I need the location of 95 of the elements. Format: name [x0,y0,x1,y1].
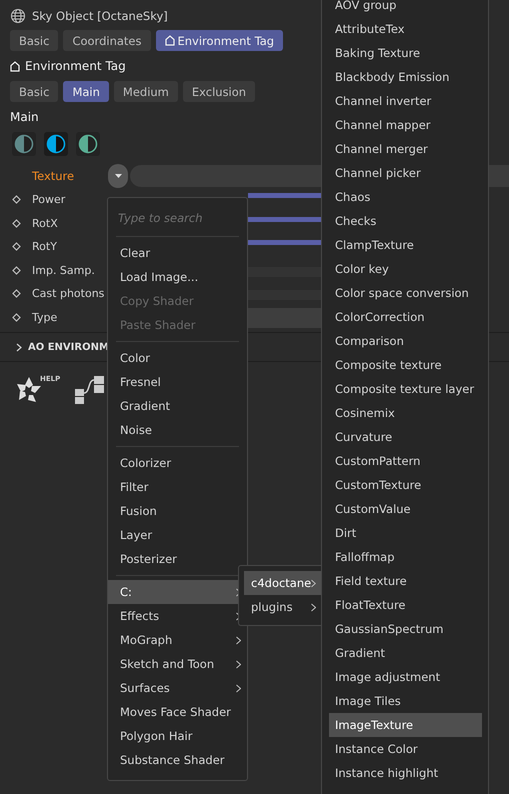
menu-item[interactable]: Cosinemix [329,401,482,425]
menu-item[interactable]: Instance highlight [329,761,482,785]
texture-label: Texture [31,169,76,183]
menu-item[interactable]: AOV group [329,0,482,17]
menu-item[interactable]: Image Tiles [329,689,482,713]
menu-item[interactable]: Sketch and Toon [108,652,247,676]
parameter-label: Type [32,310,58,324]
menu-item[interactable]: Instance Color [329,737,482,761]
parameter-label: RotY [32,240,57,254]
menu-button[interactable] [108,164,128,188]
parameter-label: RotX [32,216,58,230]
menu-item[interactable]: Load Image... [108,265,247,289]
tab[interactable]: Medium [114,81,178,102]
menu-item[interactable]: Blackbody Emission [329,65,482,89]
menu-item[interactable]: MoGraph [108,628,247,652]
chevron-icon [16,342,22,352]
menu-item[interactable]: Falloffmap [329,545,482,569]
section-title: Environment Tag [25,59,126,73]
menu-item[interactable]: Color [108,346,247,370]
menu-item[interactable]: Image adjustment [329,665,482,689]
menu-item[interactable]: Polygon Hair [108,724,247,748]
menu-item[interactable]: ClampTexture [329,233,482,257]
chevron-icon [311,578,316,588]
globe-icon [10,8,26,24]
menu-item[interactable]: Posterizer [108,547,247,571]
menu-item[interactable]: FloatTexture [329,593,482,617]
menu-item[interactable]: ImageTexture [329,713,482,737]
tab[interactable]: Main [63,81,109,102]
menu-item[interactable]: CustomValue [329,497,482,521]
menu-item[interactable]: Gradient [108,394,247,418]
menu-item[interactable]: Color space conversion [329,281,482,305]
tag-icon [10,60,20,72]
chevron-icon [236,684,241,692]
tab[interactable]: Basic [10,81,58,102]
keyframe-icon[interactable] [12,195,21,204]
menu-item[interactable]: Gradient [329,641,482,665]
keyframe-icon[interactable] [12,218,21,228]
menu-item[interactable]: Composite texture [329,353,482,377]
chevron-icon [311,602,316,612]
menu-item[interactable]: ColorCorrection [329,305,482,329]
value-field[interactable] [248,266,321,276]
group-title: Main [10,110,39,124]
chevron-icon [236,636,241,644]
menu-item[interactable]: Noise [108,418,247,442]
window-title: Sky Object [OctaneSky] [32,9,168,23]
menu-item[interactable]: Channel picker [329,161,482,185]
menu-item[interactable]: Fresnel [108,370,247,394]
menu-item[interactable]: Colorizer [108,451,247,475]
keyframe-icon[interactable] [12,289,21,298]
parameter-label: Power [32,193,66,206]
dropdown-field[interactable] [248,308,321,328]
menu-item[interactable]: Comparison [329,329,482,353]
menu-item[interactable]: Dirt [329,521,482,545]
menu-item[interactable]: CustomTexture [329,473,482,497]
menu-item[interactable]: Channel inverter [329,89,482,113]
value-field[interactable] [248,290,321,300]
caret-icon [114,174,122,178]
tab[interactable]: Environment Tag [156,30,284,51]
menu-item[interactable]: AttributeTex [329,17,482,41]
menu-item[interactable]: Curvature [329,425,482,449]
slider-fill[interactable] [248,216,321,222]
menu-item[interactable]: Surfaces [108,676,247,700]
menu-item[interactable]: Filter [108,475,247,499]
menu-item[interactable]: Channel merger [329,137,482,161]
menu-item[interactable]: Composite texture layer [329,377,482,401]
chevron-icon [236,660,241,668]
search-field[interactable]: Type to search [118,204,236,232]
menu-item[interactable]: GaussianSpectrum [329,617,482,641]
menu-item[interactable]: Color key [329,257,482,281]
tab[interactable]: Exclusion [182,81,256,102]
menu-item[interactable]: Chaos [329,185,482,209]
menu-item[interactable]: CustomPattern [329,449,482,473]
keyframe-icon[interactable] [12,312,21,322]
menu-item[interactable]: Fusion [108,499,247,523]
node-editor-icon[interactable] [74,375,106,405]
section-header[interactable]: AO ENVIRONM [10,336,109,358]
menu-item[interactable]: Checks [329,209,482,233]
keyframe-icon[interactable] [12,242,21,252]
slider-fill[interactable] [248,193,321,198]
menu-item[interactable]: Clear [108,241,247,265]
slider-fill[interactable] [248,240,321,245]
menu-item[interactable]: Moves Face Shader [108,700,247,724]
tag-icon [164,35,174,46]
tab[interactable]: Coordinates [63,30,150,51]
parameter-label: Imp. Samp. [32,264,95,277]
menu-item[interactable]: c4doctane [244,571,322,595]
parameter-label: Cast photons [32,287,104,300]
menu-item[interactable]: Substance Shader [108,748,247,772]
menu-item[interactable]: Channel mapper [329,113,482,137]
keyframe-icon[interactable] [12,266,21,275]
menu-item[interactable]: Field texture [329,569,482,593]
tab[interactable]: Basic [10,30,58,51]
menu-item[interactable]: plugins [244,595,322,619]
menu-item[interactable]: Baking Texture [329,41,482,65]
menu-item[interactable]: Layer [108,523,247,547]
